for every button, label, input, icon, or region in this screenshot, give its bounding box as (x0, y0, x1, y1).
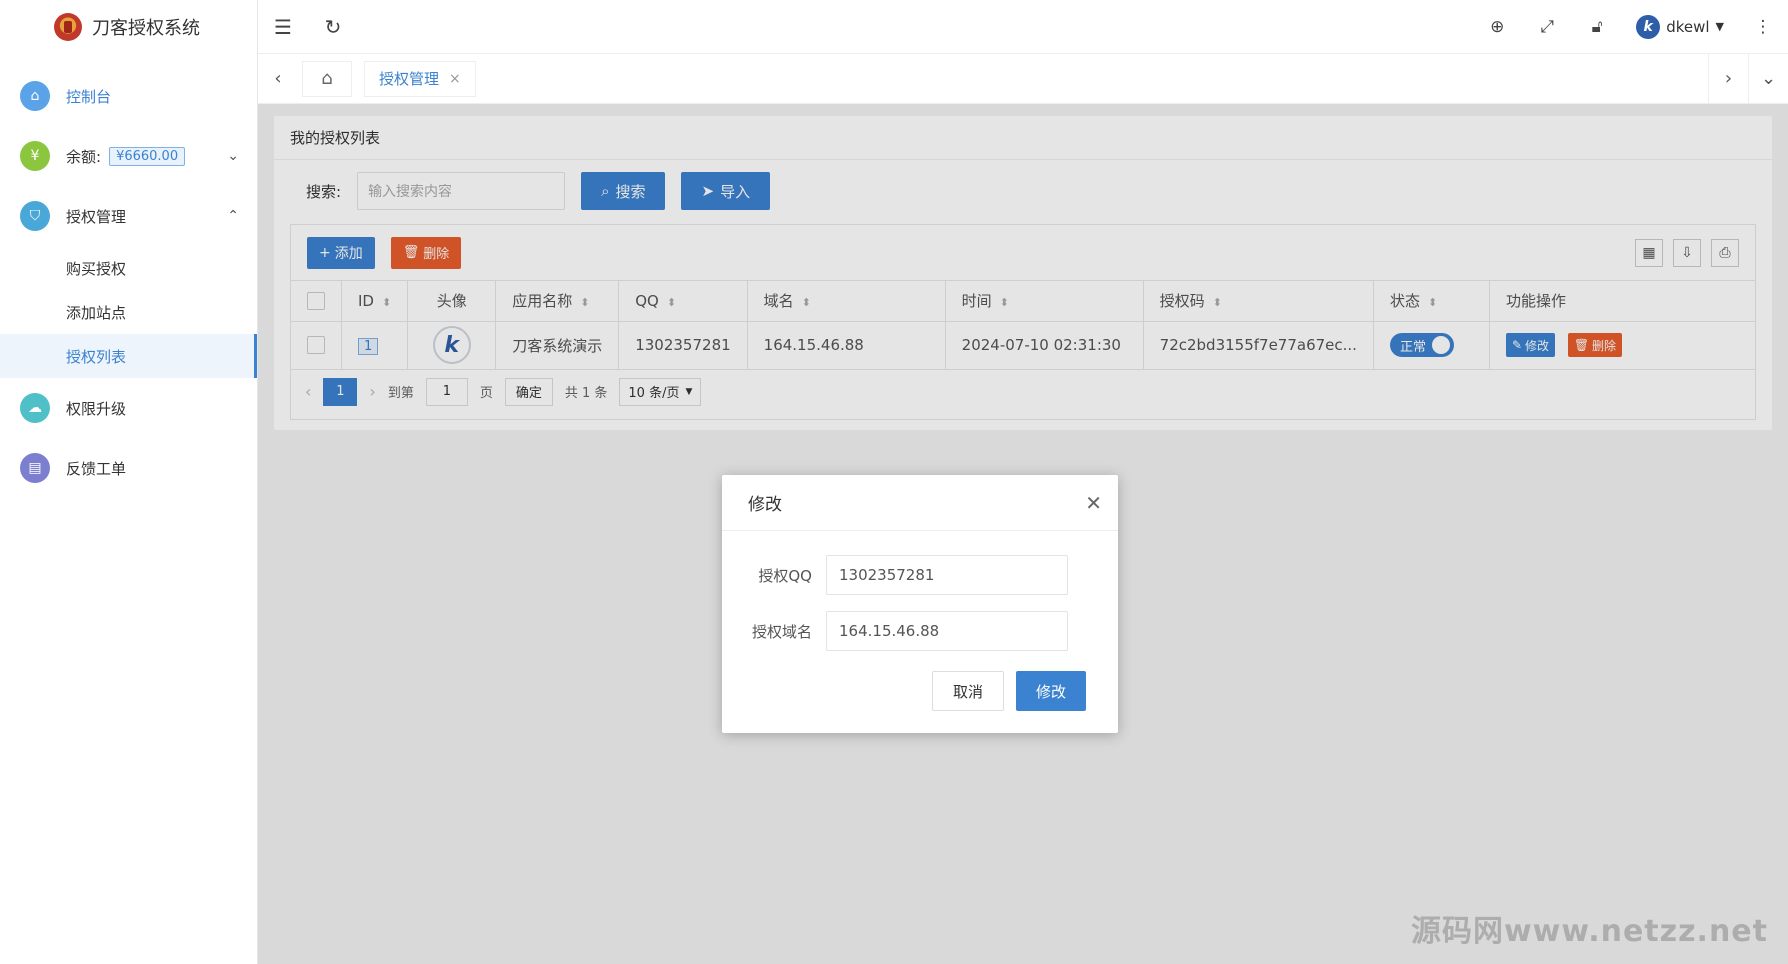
lock-icon[interactable]: 🔓︎ (1572, 0, 1622, 54)
tabs-dropdown-icon[interactable]: ⌄ (1748, 53, 1788, 104)
sidebar-item-label: 余额: (66, 147, 102, 166)
globe-icon[interactable]: ⊕ (1472, 0, 1522, 54)
document-icon: ▤ (20, 453, 50, 483)
sidebar-nav: ⌂ 控制台 ¥ 余额: ¥6660.00 ⌄ ⛉ 授权管理 ⌃ 购买授权 添加站… (0, 66, 257, 498)
user-menu[interactable]: k dkewl ▼ (1622, 14, 1738, 39)
qq-label: 授权QQ (758, 566, 812, 585)
sidebar-subitem-add-site[interactable]: 添加站点 (0, 290, 257, 334)
sidebar-item-label: 反馈工单 (66, 459, 127, 478)
more-vertical-icon[interactable]: ⋮ (1738, 0, 1788, 54)
tabs-right: › ⌄ (1708, 53, 1788, 104)
tab-home[interactable]: ⌂ (302, 60, 352, 97)
edit-dialog: 修改 ✕ 授权QQ 1302357281 授权域名 164.15.46.88 取… (722, 475, 1118, 733)
sidebar-item-feedback[interactable]: ▤ 反馈工单 (0, 438, 257, 498)
fullscreen-icon[interactable]: ⤢ (1522, 0, 1572, 54)
sidebar: 刀客授权系统 ⌂ 控制台 ¥ 余额: ¥6660.00 ⌄ ⛉ 授权管理 ⌃ 购… (0, 0, 258, 964)
dialog-actions: 取消 修改 (932, 671, 1086, 711)
top-header: ☰ ↻ ⊕ ⤢ 🔓︎ k dkewl ▼ ⋮ (258, 0, 1788, 54)
sidebar-item-upgrade[interactable]: ☁ 权限升级 (0, 378, 257, 438)
balance-badge: ¥6660.00 (109, 146, 186, 166)
caret-down-icon: ▼ (1715, 20, 1724, 33)
menu-toggle-icon[interactable]: ☰ (258, 0, 308, 54)
dialog-title: 修改 (748, 495, 782, 515)
tabs-bar: ‹ ⌂ 授权管理 × › ⌄ (258, 53, 1788, 104)
sidebar-item-auth-management[interactable]: ⛉ 授权管理 ⌃ (0, 186, 257, 246)
form-row-domain: 授权域名 164.15.46.88 (722, 611, 1118, 651)
close-icon[interactable]: × (449, 71, 461, 87)
tab-auth-management[interactable]: 授权管理 × (364, 60, 476, 97)
brand-title: 刀客授权系统 (92, 18, 200, 39)
watermark: 源码网www.netzz.net (1410, 914, 1768, 949)
sidebar-item-label: 控制台 (66, 87, 112, 106)
refresh-icon[interactable]: ↻ (308, 0, 358, 54)
domain-label: 授权域名 (751, 622, 812, 641)
brand[interactable]: 刀客授权系统 (0, 0, 257, 54)
sidebar-item-dashboard[interactable]: ⌂ 控制台 (0, 66, 257, 126)
sidebar-item-label: 授权管理 (66, 207, 127, 226)
cloud-upload-icon: ☁ (20, 393, 50, 423)
chevron-down-icon: ⌄ (227, 148, 239, 164)
header-right: ⊕ ⤢ 🔓︎ k dkewl ▼ ⋮ (1472, 0, 1788, 54)
home-icon: ⌂ (321, 68, 333, 89)
dialog-header: 修改 ✕ (722, 475, 1118, 531)
domain-input[interactable]: 164.15.46.88 (826, 611, 1068, 651)
close-icon[interactable]: ✕ (1085, 491, 1102, 515)
qq-input[interactable]: 1302357281 (826, 555, 1068, 595)
form-row-qq: 授权QQ 1302357281 (722, 555, 1118, 595)
sidebar-item-balance[interactable]: ¥ 余额: ¥6660.00 ⌄ (0, 126, 257, 186)
submit-edit-button[interactable]: 修改 (1016, 671, 1086, 711)
sidebar-subitem-list[interactable]: 授权列表 (0, 334, 257, 378)
username: dkewl (1666, 17, 1710, 36)
sidebar-item-label: 权限升级 (66, 399, 127, 418)
tabs-next-icon[interactable]: › (1708, 53, 1748, 104)
tabs-prev-icon[interactable]: ‹ (258, 54, 298, 104)
sidebar-subitem-buy[interactable]: 购买授权 (0, 246, 257, 290)
avatar: k (1636, 14, 1661, 39)
brand-logo-icon (54, 13, 82, 41)
tab-label: 授权管理 (379, 70, 440, 88)
shield-icon: ⛉ (20, 201, 50, 231)
yen-icon: ¥ (20, 141, 50, 171)
home-icon: ⌂ (20, 81, 50, 111)
cancel-button[interactable]: 取消 (932, 671, 1004, 711)
chevron-up-icon: ⌃ (227, 208, 239, 224)
